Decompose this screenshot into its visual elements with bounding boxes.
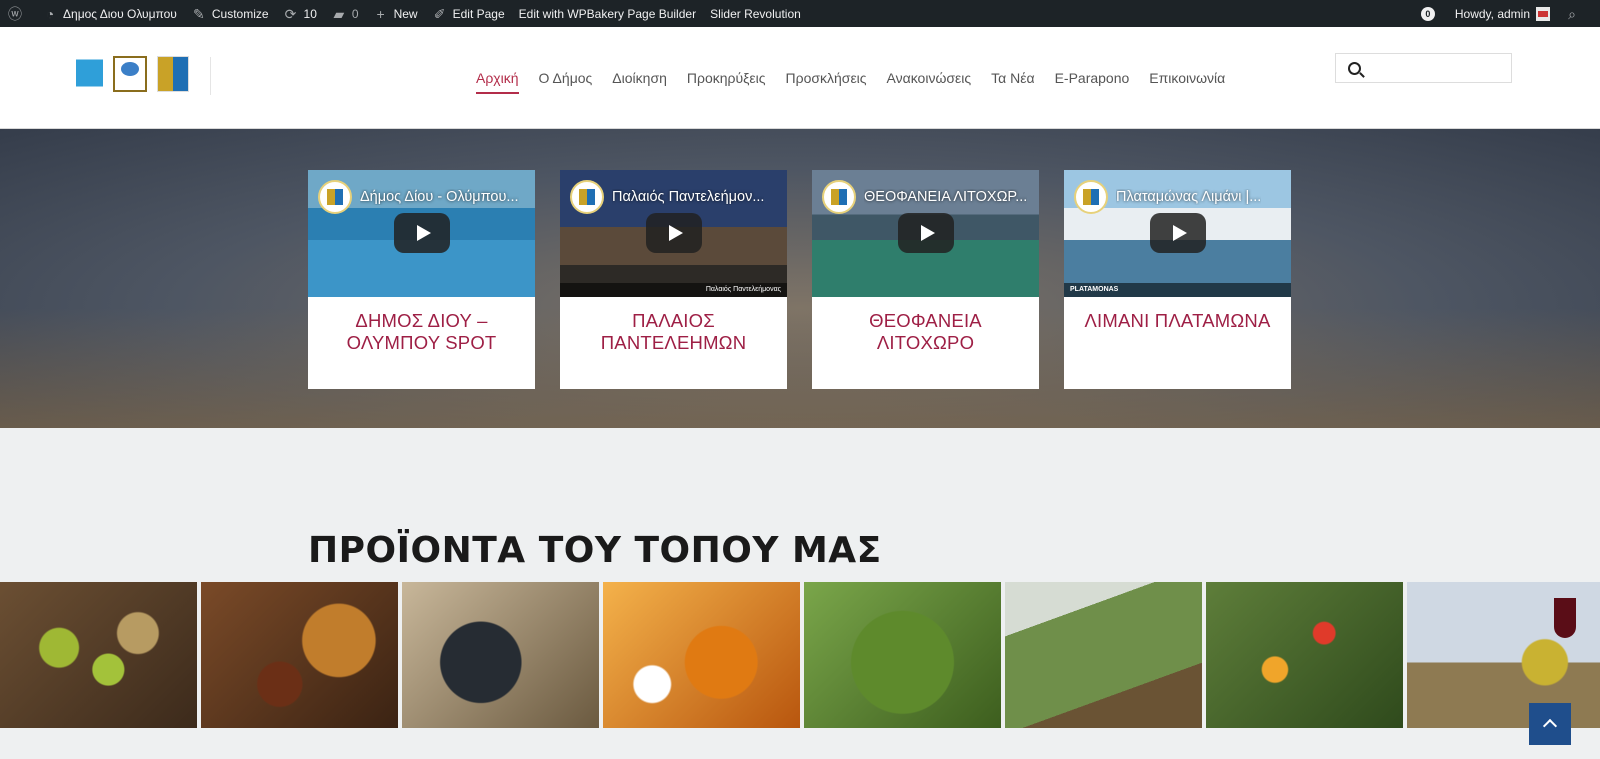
video-title: Δήμος Δίου - Ολύμπου...	[360, 189, 519, 205]
admin-edit-page[interactable]: ✐ Edit Page	[425, 0, 512, 27]
video-thumbnail[interactable]: ΘΕΟΦΑΝΕΙΑ ΛΙΤΟΧΩΡ...	[812, 170, 1039, 297]
admin-new[interactable]: + New	[366, 0, 425, 27]
admin-wpbakery[interactable]: Edit with WPBakery Page Builder	[512, 0, 703, 27]
section-title: ΠΡΟΪΟΝΤΑ ΤΟΥ ΤΟΠΟΥ ΜΑΣ	[308, 530, 882, 571]
search-input[interactable]	[1369, 60, 1499, 76]
video-card[interactable]: Δήμος Δίου - Ολύμπου... ΔΗΜΟΣ ΔΙΟΥ – ΟΛΥ…	[308, 170, 535, 389]
product-image-truffles[interactable]	[402, 582, 599, 728]
avatar	[1536, 6, 1550, 21]
video-watermark: Παλαιός Παντελεήμονας	[560, 283, 787, 297]
channel-logo	[1074, 180, 1108, 214]
admin-search[interactable]: ⌕	[1557, 0, 1592, 27]
wordpress-icon: ⓦ	[8, 5, 22, 22]
search-icon: ⌕	[1568, 5, 1576, 22]
main-navigation: Αρχική Ο Δήμος Διοίκηση Προκηρύξεις Προσ…	[476, 27, 1225, 128]
admin-slider-revolution[interactable]: Slider Revolution	[703, 0, 808, 27]
video-watermark: PLATAMONAS	[1064, 283, 1291, 297]
video-title: Πλαταμώνας Λιμάνι |...	[1116, 189, 1262, 205]
pencil-icon: ✐	[433, 5, 446, 22]
header-divider	[210, 57, 211, 95]
admin-customize[interactable]: ✎ Customize	[184, 0, 276, 27]
play-button[interactable]	[898, 213, 954, 253]
admin-comments[interactable]: ▰ 0	[324, 0, 366, 27]
product-image-chestnuts[interactable]	[201, 582, 398, 728]
admin-account[interactable]: Howdy, admin	[1448, 0, 1557, 27]
video-caption[interactable]: ΔΗΜΟΣ ΔΙΟΥ – ΟΛΥΜΠΟΥ SPOT	[308, 297, 535, 354]
admin-bar: ⓦ ◔ Δημος Διου Ολυμπου ✎ Customize ⟳ 10 ▰ 0 …	[0, 0, 1600, 27]
site-logos[interactable]	[76, 56, 189, 92]
products-gallery	[0, 582, 1600, 728]
scroll-to-top-button[interactable]	[1529, 703, 1571, 745]
site-header: Αρχική Ο Δήμος Διοίκηση Προκηρύξεις Προσ…	[0, 27, 1600, 129]
product-image-honey[interactable]	[603, 582, 800, 728]
video-card[interactable]: Πλαταμώνας Λιμάνι |... PLATAMONAS ΛΙΜΑΝΙ…	[1064, 170, 1291, 389]
nav-item-municipality[interactable]: Ο Δήμος	[539, 64, 593, 92]
video-caption[interactable]: ΘΕΟΦΑΝΕΙΑ ΛΙΤΟΧΩΡΟ	[812, 297, 1039, 354]
play-button[interactable]	[646, 213, 702, 253]
brush-icon: ✎	[192, 5, 205, 22]
nav-item-home[interactable]: Αρχική	[476, 64, 519, 94]
wine-glass	[1554, 598, 1576, 638]
admin-updates[interactable]: ⟳ 10	[276, 0, 324, 27]
video-card[interactable]: Παλαιός Παντελεήμον... Παλαιός Παντελεήμ…	[560, 170, 787, 389]
greece-logo	[76, 56, 103, 92]
local-products-section: ΠΡΟΪΟΝΤΑ ΤΟΥ ΤΟΠΟΥ ΜΑΣ	[0, 428, 1600, 759]
play-button[interactable]	[1150, 213, 1206, 253]
dashboard-icon: ◔	[45, 5, 55, 22]
product-image-arbutus[interactable]	[1206, 582, 1403, 728]
nav-item-invitations[interactable]: Προσκλήσεις	[786, 64, 867, 92]
video-caption[interactable]: ΛΙΜΑΝΙ ΠΛΑΤΑΜΩΝΑ	[1064, 297, 1291, 332]
peak-of-greece-logo	[113, 56, 147, 92]
admin-notifications[interactable]: 0	[1414, 0, 1448, 27]
nav-item-contact[interactable]: Επικοινωνία	[1149, 64, 1225, 92]
municipality-logo	[157, 56, 189, 92]
nav-item-announcements[interactable]: Ανακοινώσεις	[887, 64, 972, 92]
video-caption[interactable]: ΠΑΛΑΙΟΣ ΠΑΝΤΕΛΕΗΜΩΝ	[560, 297, 787, 354]
product-image-herbs[interactable]	[1005, 582, 1202, 728]
site-search	[1335, 53, 1512, 83]
video-title: Παλαιός Παντελεήμον...	[612, 189, 765, 205]
admin-site-name[interactable]: ◔ Δημος Διου Ολυμπου	[35, 0, 184, 27]
refresh-icon: ⟳	[284, 5, 297, 22]
comment-icon: ▰	[333, 5, 345, 22]
plus-icon: +	[376, 5, 385, 22]
product-image-kiwi[interactable]	[0, 582, 197, 728]
video-thumbnail[interactable]: Πλαταμώνας Λιμάνι |... PLATAMONAS	[1064, 170, 1291, 297]
channel-logo	[318, 180, 352, 214]
video-thumbnail[interactable]: Παλαιός Παντελεήμον... Παλαιός Παντελεήμ…	[560, 170, 787, 297]
wp-logo-menu[interactable]: ⓦ	[0, 0, 35, 27]
search-icon[interactable]	[1348, 61, 1361, 75]
play-button[interactable]	[394, 213, 450, 253]
nav-item-news[interactable]: Τα Νέα	[991, 64, 1034, 92]
channel-logo	[822, 180, 856, 214]
video-grid: Δήμος Δίου - Ολύμπου... ΔΗΜΟΣ ΔΙΟΥ – ΟΛΥ…	[308, 170, 1291, 389]
nav-item-e-parapono[interactable]: E-Paraponο	[1055, 64, 1130, 92]
nav-item-tenders[interactable]: Προκηρύξεις	[687, 64, 766, 92]
video-thumbnail[interactable]: Δήμος Δίου - Ολύμπου...	[308, 170, 535, 297]
video-card[interactable]: ΘΕΟΦΑΝΕΙΑ ΛΙΤΟΧΩΡ... ΘΕΟΦΑΝΕΙΑ ΛΙΤΟΧΩΡΟ	[812, 170, 1039, 389]
video-hero-section: Δήμος Δίου - Ολύμπου... ΔΗΜΟΣ ΔΙΟΥ – ΟΛΥ…	[0, 129, 1600, 428]
product-image-oregano[interactable]	[804, 582, 1001, 728]
video-title: ΘΕΟΦΑΝΕΙΑ ΛΙΤΟΧΩΡ...	[864, 189, 1028, 205]
product-image-wine[interactable]	[1407, 582, 1600, 728]
channel-logo	[570, 180, 604, 214]
nav-item-administration[interactable]: Διοίκηση	[612, 64, 667, 92]
